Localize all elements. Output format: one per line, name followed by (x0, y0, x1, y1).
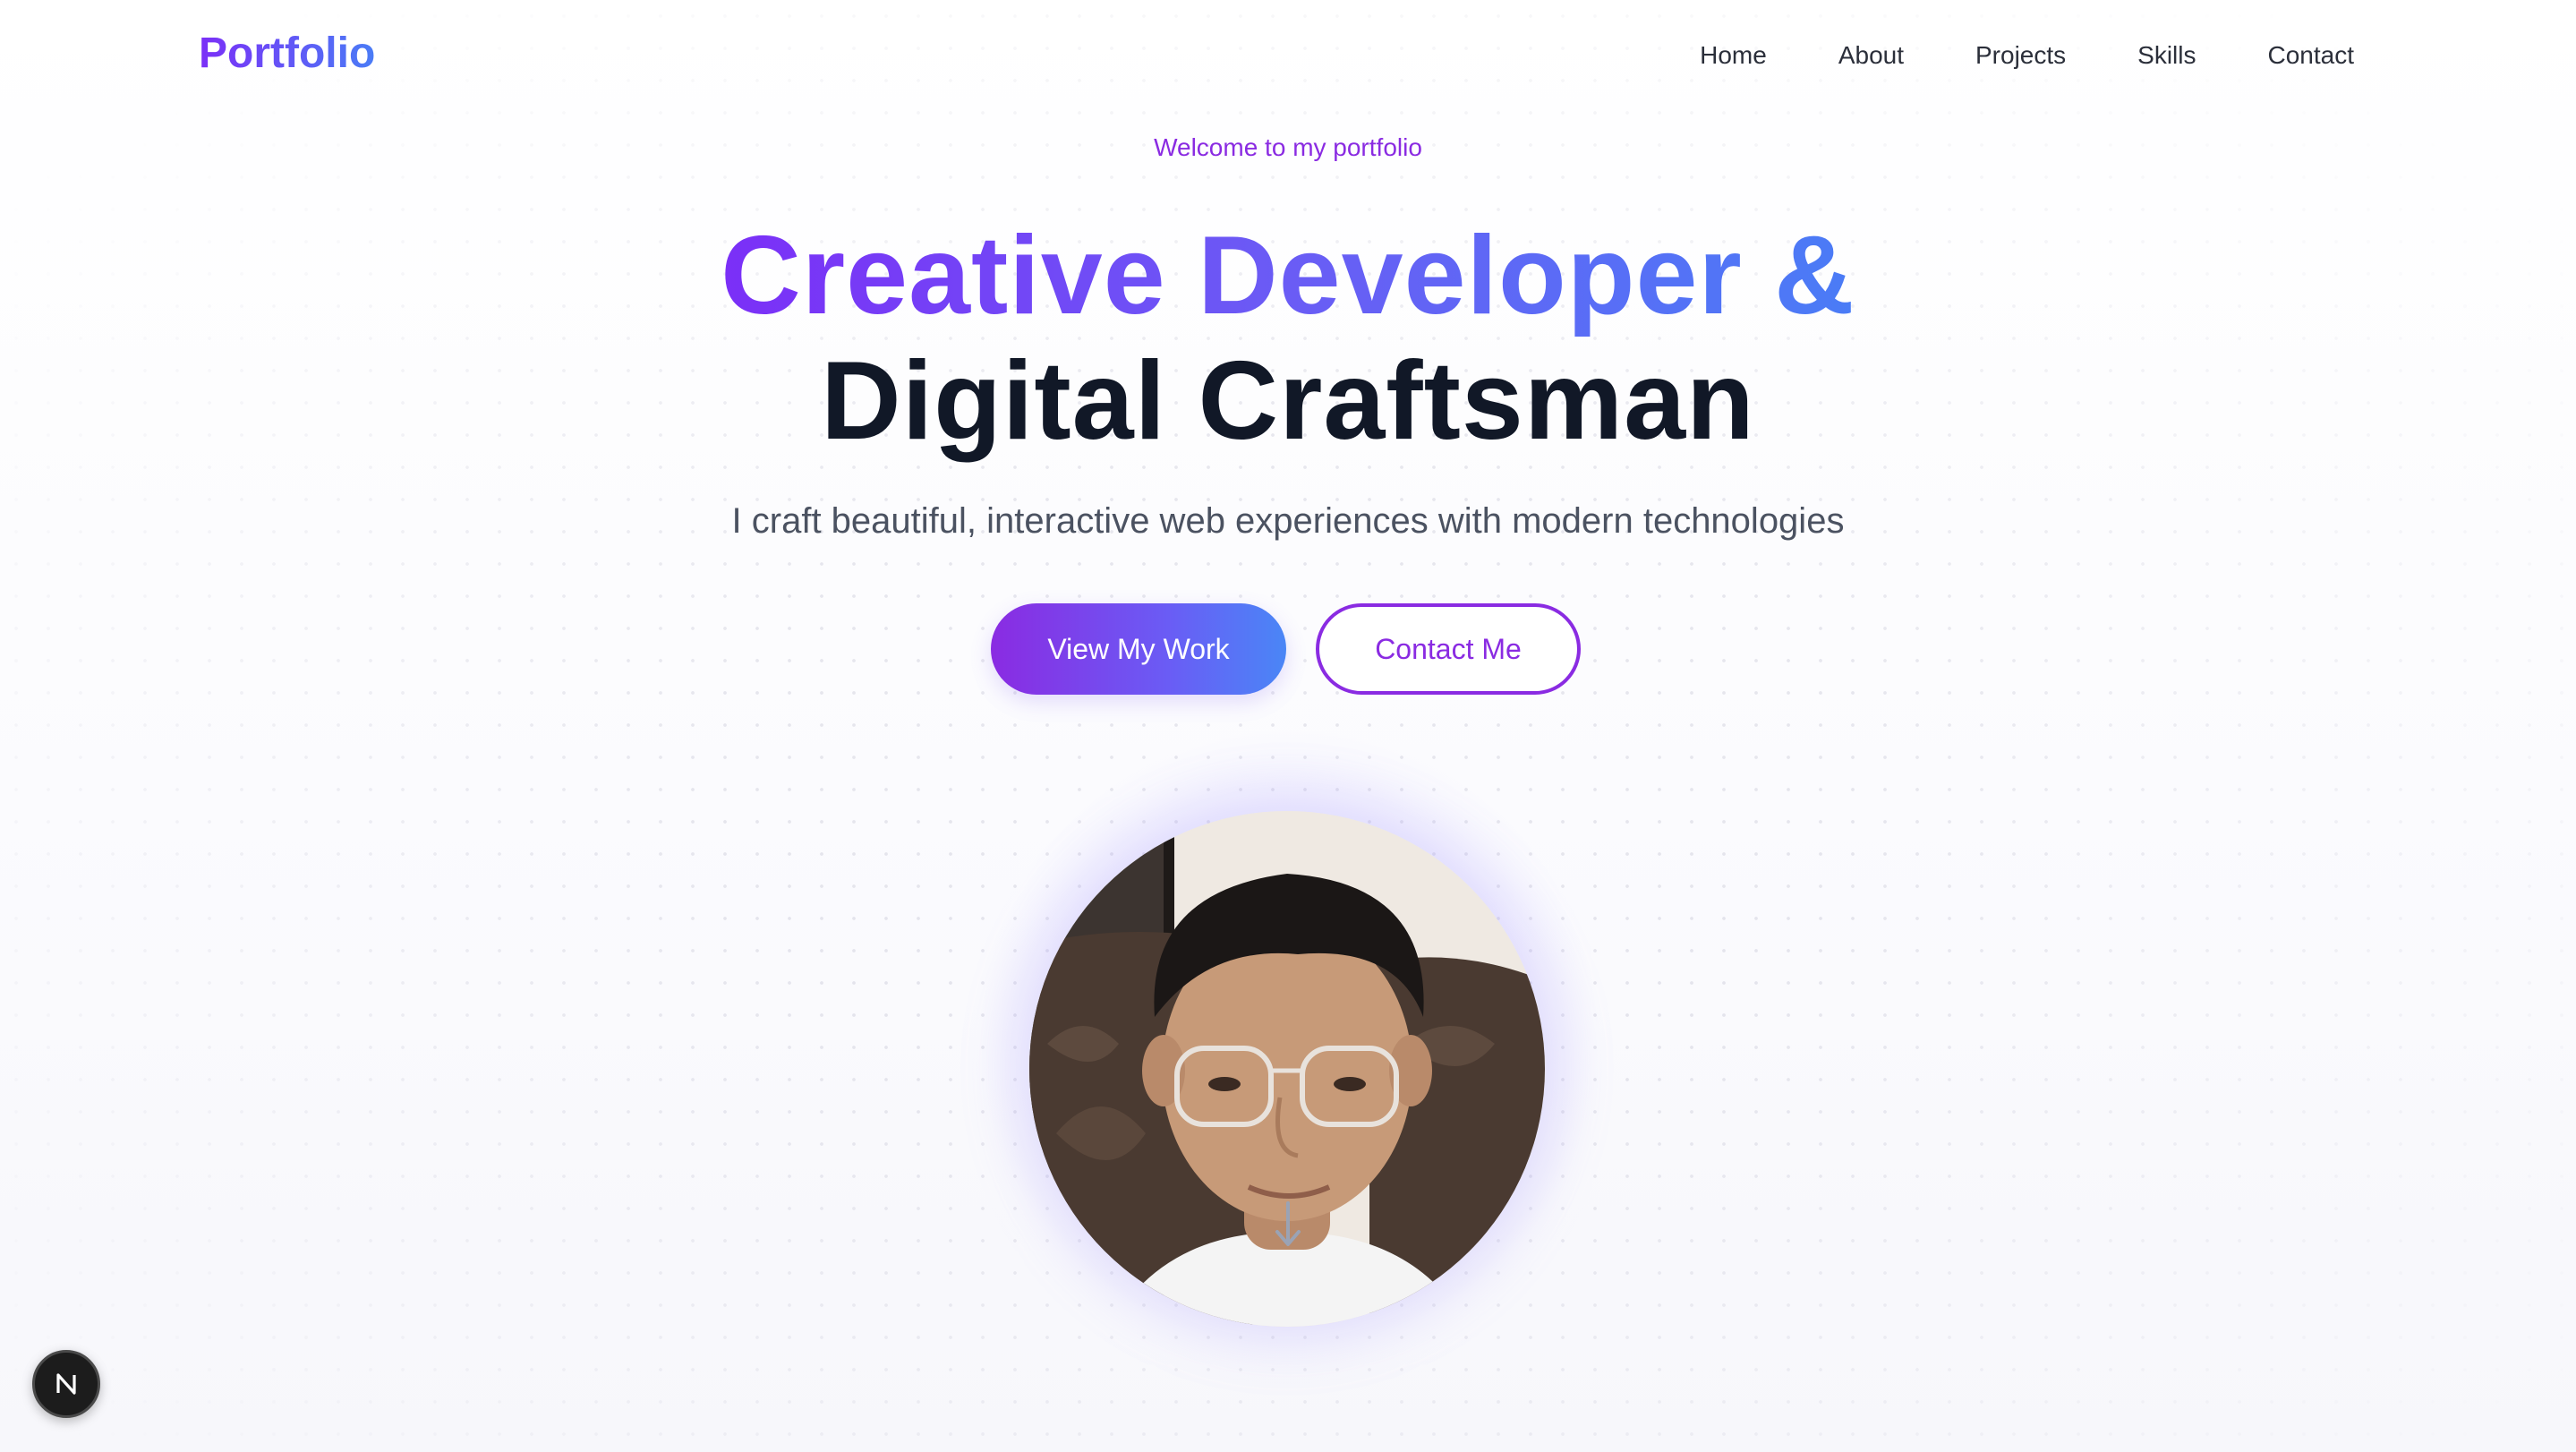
site-logo[interactable]: Portfolio (199, 27, 375, 81)
headline-line-1: Creative Developer & (721, 214, 1855, 337)
nav-item-projects[interactable]: Projects (1975, 39, 2066, 72)
contact-me-button[interactable]: Contact Me (1316, 603, 1581, 695)
nav-item-home[interactable]: Home (1700, 39, 1767, 72)
nav-item-skills[interactable]: Skills (2137, 39, 2196, 72)
nav-item-about[interactable]: About (1838, 39, 1904, 72)
arrow-down-icon[interactable] (1272, 1200, 1304, 1250)
page: Portfolio Home About Projects Skills Con… (0, 0, 2576, 1452)
hero-subtitle: I craft beautiful, interactive web exper… (731, 501, 1845, 541)
nav-item-contact[interactable]: Contact (2268, 39, 2355, 72)
headline-line-2: Digital Craftsman (821, 339, 1755, 463)
view-my-work-button[interactable]: View My Work (991, 603, 1286, 695)
main-nav: Home About Projects Skills Contact (1628, 39, 2354, 72)
nextjs-n-icon[interactable] (32, 1350, 100, 1418)
welcome-text: Welcome to my portfolio (1154, 133, 1422, 161)
hero-headline: Creative Developer & Digital Craftsman (0, 213, 2576, 464)
